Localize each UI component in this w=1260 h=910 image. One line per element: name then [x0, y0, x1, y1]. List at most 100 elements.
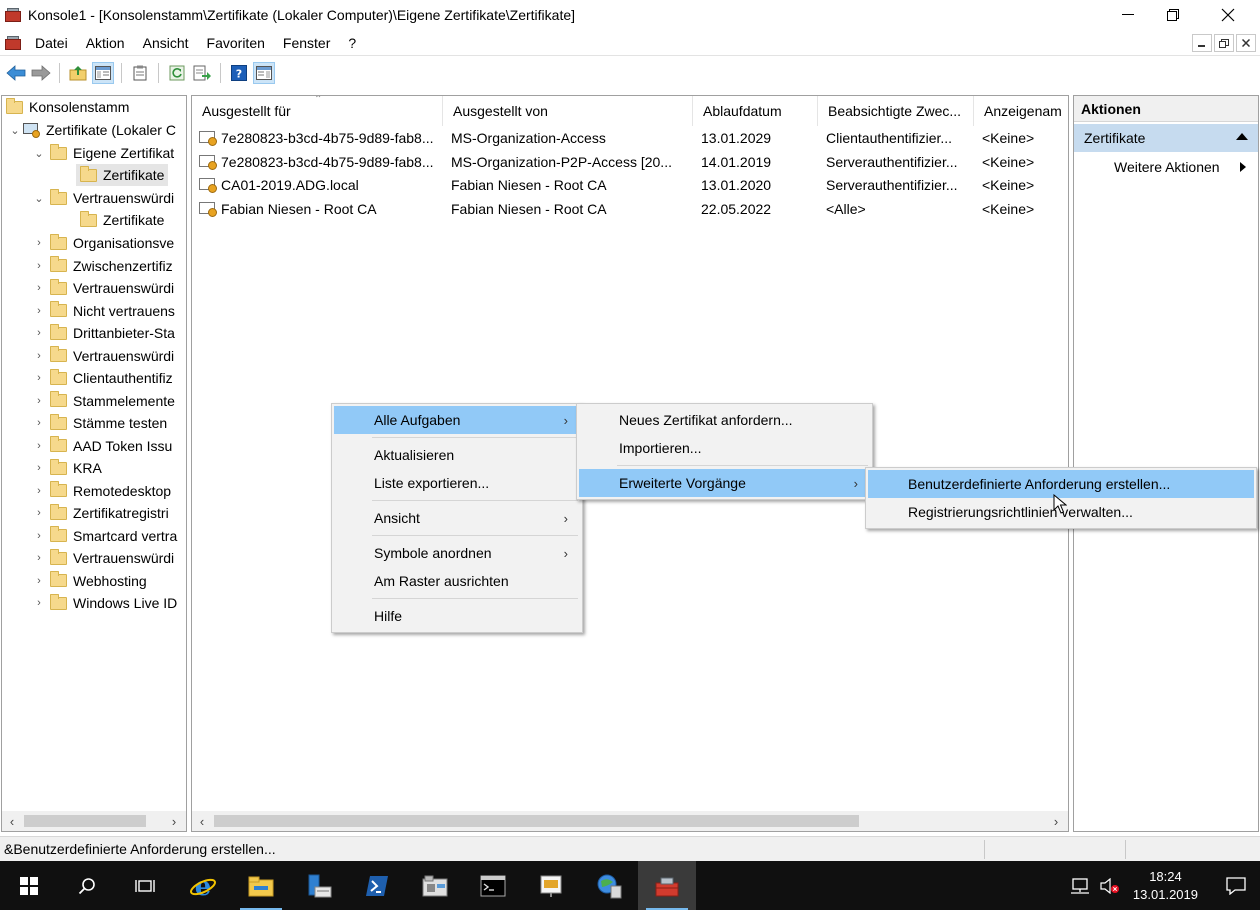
menu-datei[interactable]: Datei [26, 31, 77, 55]
tree-node-store[interactable]: › KRA [32, 457, 102, 479]
scroll-left-icon[interactable]: ‹ [192, 814, 212, 829]
column-header-friendly-name[interactable]: Anzeigenam [974, 96, 1068, 126]
chevron-right-icon[interactable]: › [32, 552, 46, 564]
collapse-triangle-icon[interactable] [1236, 133, 1248, 140]
tree-node-store[interactable]: › Zwischenzertifiz [32, 255, 173, 277]
chevron-right-icon[interactable]: › [32, 305, 46, 317]
minimize-button[interactable] [1105, 0, 1151, 30]
chevron-right-icon[interactable]: › [32, 485, 46, 497]
tree-node-store[interactable]: › Vertrauenswürdi [32, 547, 174, 569]
tree-node-konsolenstamm[interactable]: Konsolenstamm [6, 96, 129, 118]
menu-help[interactable]: ? [339, 31, 365, 55]
table-cell[interactable]: 7e280823-b3cd-4b75-9d89-fab8... [199, 127, 449, 149]
chevron-right-icon[interactable]: › [32, 327, 46, 339]
menu-item-arrange-icons[interactable]: Symbole anordnen › [334, 539, 580, 567]
taskbar-mmc-console[interactable] [638, 861, 696, 910]
taskbar-command-prompt[interactable] [464, 861, 522, 910]
chevron-right-icon[interactable]: › [32, 597, 46, 609]
mdi-restore-button[interactable] [1214, 34, 1234, 52]
task-view-button[interactable] [116, 861, 174, 910]
restore-button[interactable] [1150, 0, 1196, 30]
scroll-right-icon[interactable]: › [164, 814, 184, 829]
column-header-intended-purposes[interactable]: Beabsichtigte Zwec... [818, 96, 974, 126]
menu-favoriten[interactable]: Favoriten [198, 31, 274, 55]
chevron-right-icon[interactable]: › [32, 575, 46, 587]
tree-node-vertrauenswuerdige-stammzertifizierungsstellen[interactable]: ⌄ Vertrauenswürdi [32, 187, 174, 209]
forward-button[interactable] [30, 62, 52, 84]
chevron-right-icon[interactable]: › [32, 282, 46, 294]
menu-item-align-to-grid[interactable]: Am Raster ausrichten [334, 567, 580, 595]
show-hide-action-pane-button[interactable] [253, 62, 275, 84]
tree-node-store[interactable]: › Stammelemente [32, 390, 175, 412]
chevron-right-icon[interactable]: › [32, 440, 46, 452]
action-center-button[interactable] [1212, 861, 1260, 910]
chevron-right-icon[interactable]: › [32, 372, 46, 384]
chevron-down-icon[interactable]: ⌄ [32, 192, 46, 205]
show-hide-tree-button[interactable] [92, 62, 114, 84]
tree-node-store[interactable]: › AAD Token Issu [32, 435, 172, 457]
taskbar-internet-explorer[interactable]: e [174, 861, 232, 910]
more-actions-item[interactable]: Weitere Aktionen [1074, 152, 1258, 182]
menu-item-request-new-certificate[interactable]: Neues Zertifikat anfordern... [579, 406, 870, 434]
scrollbar-thumb[interactable] [214, 815, 859, 827]
chevron-right-icon[interactable]: › [32, 507, 46, 519]
properties-button[interactable] [129, 62, 151, 84]
chevron-right-icon[interactable]: › [32, 462, 46, 474]
menu-item-import[interactable]: Importieren... [579, 434, 870, 462]
tree-node-store[interactable]: › Remotedesktop [32, 480, 171, 502]
refresh-button[interactable] [166, 62, 188, 84]
scrollbar-thumb[interactable] [24, 815, 146, 827]
tree-node-store[interactable]: › Drittanbieter-Sta [32, 322, 175, 344]
back-button[interactable] [5, 62, 27, 84]
chevron-down-icon[interactable]: ⌄ [8, 124, 22, 137]
tree-node-store[interactable]: › Stämme testen [32, 412, 167, 434]
taskbar-presentation[interactable] [522, 861, 580, 910]
taskbar-powershell[interactable] [348, 861, 406, 910]
tree-node-store[interactable]: › Nicht vertrauens [32, 300, 175, 322]
menu-aktion[interactable]: Aktion [77, 31, 134, 55]
menu-item-view[interactable]: Ansicht › [334, 504, 580, 532]
help-button[interactable]: ? [228, 62, 250, 84]
menu-item-help[interactable]: Hilfe [334, 602, 580, 630]
tree-node-store[interactable]: › Webhosting [32, 570, 147, 592]
search-button[interactable] [58, 861, 116, 910]
actions-section-certificates[interactable]: Zertifikate [1074, 124, 1258, 152]
tree-node-store[interactable]: › Vertrauenswürdi [32, 277, 174, 299]
chevron-right-icon[interactable]: › [32, 260, 46, 272]
column-header-issued-to[interactable]: Ausgestellt für ⌃ [192, 96, 443, 126]
taskbar-clock[interactable]: 18:24 13.01.2019 [1133, 868, 1198, 904]
tree-node-zertifikate[interactable]: Zertifikate [76, 209, 164, 231]
taskbar-tools[interactable] [406, 861, 464, 910]
menu-fenster[interactable]: Fenster [274, 31, 339, 55]
chevron-down-icon[interactable]: ⌄ [32, 147, 46, 160]
mdi-minimize-button[interactable] [1192, 34, 1212, 52]
table-cell[interactable]: CA01-2019.ADG.local [199, 174, 449, 196]
tree-node-eigene-zertifikate[interactable]: ⌄ Eigene Zertifikat [32, 142, 174, 164]
export-list-button[interactable] [191, 62, 213, 84]
volume-button[interactable] [1095, 861, 1125, 910]
tree-node-store[interactable]: › Clientauthentifiz [32, 367, 173, 389]
tree-node-store[interactable]: › Zertifikatregistri [32, 502, 169, 524]
taskbar-network-tool[interactable] [580, 861, 638, 910]
taskbar-server-manager[interactable] [290, 861, 348, 910]
scroll-right-icon[interactable]: › [1046, 814, 1066, 829]
taskbar-file-explorer[interactable] [232, 861, 290, 910]
tree-node-certificates-local-computer[interactable]: ⌄ Zertifikate (Lokaler C [8, 119, 176, 141]
chevron-right-icon[interactable]: › [32, 530, 46, 542]
menu-item-export-list[interactable]: Liste exportieren... [334, 469, 580, 497]
table-cell[interactable]: 7e280823-b3cd-4b75-9d89-fab8... [199, 151, 449, 173]
menu-item-all-tasks[interactable]: Alle Aufgaben › [334, 406, 580, 434]
menu-ansicht[interactable]: Ansicht [134, 31, 198, 55]
column-header-expiration-date[interactable]: Ablaufdatum [693, 96, 818, 126]
column-header-issued-by[interactable]: Ausgestellt von [443, 96, 693, 126]
tree-node-store[interactable]: › Organisationsve [32, 232, 174, 254]
console-menu-icon[interactable] [4, 35, 22, 51]
table-cell[interactable]: Fabian Niesen - Root CA [199, 198, 449, 220]
chevron-right-icon[interactable]: › [32, 395, 46, 407]
up-level-button[interactable] [67, 62, 89, 84]
tree-node-zertifikate-selected[interactable]: Zertifikate [76, 164, 169, 186]
tree-node-store[interactable]: › Smartcard vertra [32, 525, 177, 547]
tree-node-store[interactable]: › Windows Live ID [32, 592, 177, 614]
mdi-close-button[interactable] [1236, 34, 1256, 52]
start-button[interactable] [0, 861, 58, 910]
